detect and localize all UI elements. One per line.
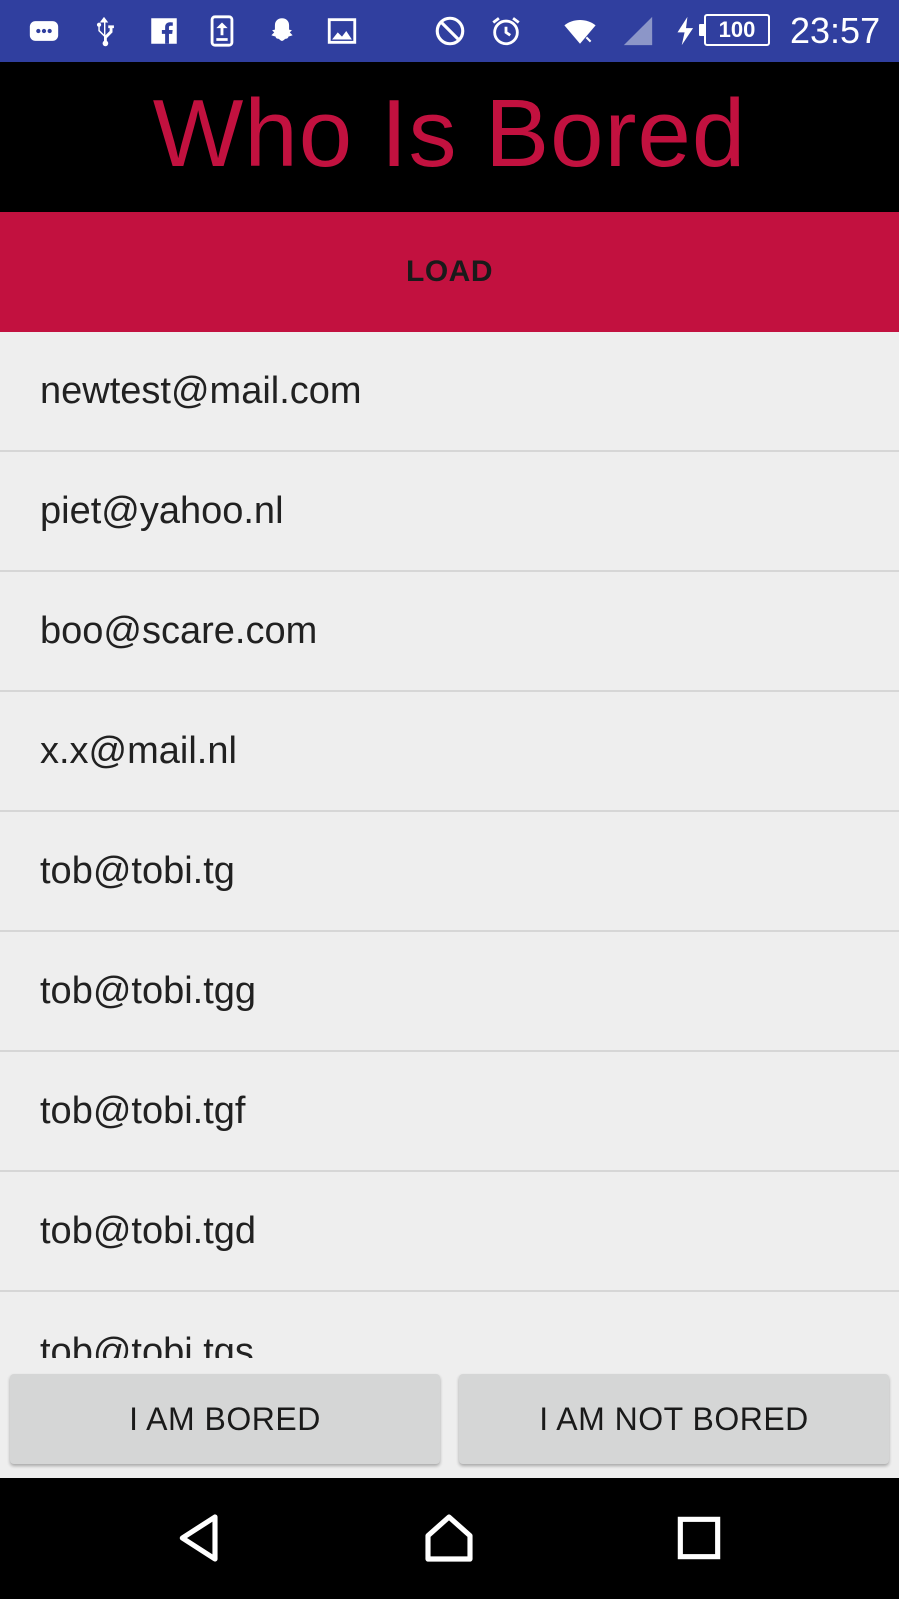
list-item[interactable]: tob@tobi.tgg xyxy=(0,932,899,1052)
image-icon xyxy=(324,13,360,49)
alarm-icon xyxy=(488,13,524,49)
list-item[interactable]: piet@yahoo.nl xyxy=(0,452,899,572)
status-time: 23:57 xyxy=(790,10,881,51)
list-item[interactable]: tob@tobi.tgf xyxy=(0,1052,899,1172)
app-header: Who Is Bored xyxy=(0,62,899,212)
home-icon[interactable] xyxy=(419,1508,479,1568)
action-bar: I AM BORED I AM NOT BORED xyxy=(0,1358,899,1478)
list-item[interactable]: x.x@mail.nl xyxy=(0,692,899,812)
app-title: Who Is Bored xyxy=(152,80,747,187)
signal-icon xyxy=(620,13,656,49)
i-am-bored-button[interactable]: I AM BORED xyxy=(10,1374,440,1464)
i-am-not-bored-button[interactable]: I AM NOT BORED xyxy=(459,1374,889,1464)
list-item[interactable]: boo@scare.com xyxy=(0,572,899,692)
email-list[interactable]: newtest@mail.com piet@yahoo.nl boo@scare… xyxy=(0,332,899,1358)
facebook-icon xyxy=(146,13,182,49)
back-icon[interactable] xyxy=(171,1508,231,1568)
wifi-icon xyxy=(562,13,598,49)
list-item[interactable]: tob@tobi.tgd xyxy=(0,1172,899,1292)
chat-icon xyxy=(26,13,62,49)
battery-indicator: 100 xyxy=(699,14,770,46)
list-item[interactable]: newtest@mail.com xyxy=(0,332,899,452)
upload-icon xyxy=(204,13,240,49)
list-item[interactable]: tob@tobi.tg xyxy=(0,812,899,932)
snapchat-icon xyxy=(264,13,300,49)
do-not-disturb-icon xyxy=(432,13,468,49)
usb-icon xyxy=(86,13,122,49)
status-bar: 100 23:57 xyxy=(0,0,899,62)
load-button[interactable]: LOAD xyxy=(0,212,899,332)
navigation-bar xyxy=(0,1478,899,1599)
list-item[interactable]: tob@tobi.tgs xyxy=(0,1292,899,1359)
recents-icon[interactable] xyxy=(669,1508,729,1568)
